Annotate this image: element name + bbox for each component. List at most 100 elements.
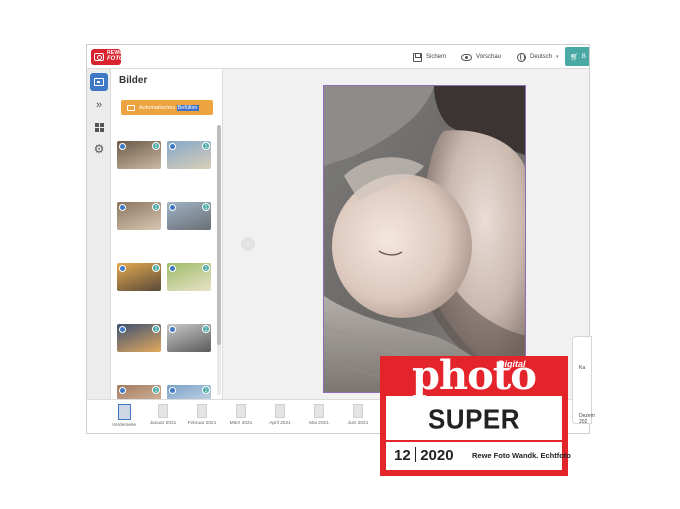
usage-count-badge: 1: [152, 325, 160, 333]
image-thumbnail[interactable]: 1: [167, 202, 211, 230]
preview-button[interactable]: Vorschau: [461, 51, 501, 63]
page-preview: [314, 404, 324, 418]
month-label: Juni 2021: [347, 421, 369, 426]
usage-count-badge: 1: [202, 203, 210, 211]
month-page-tab[interactable]: Januar 2021: [144, 404, 182, 433]
image-thumbnail[interactable]: 1: [167, 385, 211, 399]
remove-image-icon[interactable]: [119, 265, 126, 272]
award-brand: photo: [412, 352, 537, 399]
month-page-tab[interactable]: Mai 2021: [300, 404, 338, 433]
award-footer: 12 2020 Rewe Foto Wandk. Echtfoto: [386, 442, 571, 470]
image-thumbnail[interactable]: 1: [117, 385, 161, 399]
month-label: Mai 2021: [309, 421, 329, 426]
workspace: ‹: [223, 69, 589, 399]
cart-icon: 🛒︎: [570, 53, 579, 61]
remove-image-icon[interactable]: [169, 204, 176, 211]
side-card-year: 202: [579, 419, 588, 425]
month-label: April 2021: [269, 421, 291, 426]
tool-rail: » ⚙: [87, 69, 111, 399]
usage-count-badge: 1: [152, 142, 160, 150]
previous-page-button[interactable]: ‹: [241, 237, 255, 251]
auto-fill-label: Automatisches Befüllen: [139, 104, 199, 111]
page-preview: [197, 404, 207, 418]
side-info-card[interactable]: Ka Dezem 202: [572, 336, 595, 425]
language-label: Deutsch: [530, 54, 553, 60]
eye-icon: [461, 53, 472, 61]
month-label: Februar 2021: [187, 421, 217, 426]
usage-count-badge: 1: [152, 386, 160, 394]
cart-label: B: [581, 53, 586, 60]
gear-icon: ⚙: [93, 142, 105, 156]
award-product: Rewe Foto Wandk. Echtfoto: [472, 451, 571, 460]
remove-image-icon[interactable]: [169, 265, 176, 272]
settings-tool-button[interactable]: ⚙: [90, 140, 108, 158]
cover-photo: [324, 86, 525, 392]
double-chevron-right-icon: »: [95, 98, 103, 111]
image-thumbnail[interactable]: 1: [117, 263, 161, 291]
save-icon: [413, 52, 422, 62]
award-rating-box: SUPER: [386, 396, 562, 440]
top-bar: REWE FOTO Sichern Vorschau Deutsch ▾ 🛒︎ …: [87, 45, 589, 69]
calendar-page-cover[interactable]: [323, 85, 526, 393]
panel-scrollbar[interactable]: [217, 125, 221, 395]
side-card-text: Ka: [579, 365, 586, 371]
remove-image-icon[interactable]: [119, 204, 126, 211]
layout-tool-button[interactable]: [90, 118, 108, 136]
image-thumbnail[interactable]: 1: [117, 141, 161, 169]
award-brand-small: Digital: [498, 359, 526, 369]
usage-count-badge: 1: [152, 264, 160, 272]
page-preview: [236, 404, 246, 418]
month-page-tab[interactable]: Februar 2021: [183, 404, 221, 433]
logo-text-bottom: FOTO: [107, 56, 124, 62]
usage-count-badge: 1: [152, 203, 160, 211]
language-select[interactable]: Deutsch ▾: [517, 51, 559, 63]
auto-fill-button[interactable]: Automatisches Befüllen: [121, 100, 213, 115]
award-issue-date: 12 2020: [394, 447, 454, 464]
remove-image-icon[interactable]: [119, 326, 126, 333]
usage-count-badge: 1: [202, 386, 210, 394]
remove-image-icon[interactable]: [119, 143, 126, 150]
expand-panel-button[interactable]: »: [90, 96, 108, 114]
remove-image-icon[interactable]: [169, 143, 176, 150]
camera-icon: [94, 53, 104, 61]
image-thumbnail[interactable]: 1: [167, 263, 211, 291]
globe-icon: [517, 52, 526, 62]
panel-title: Bilder: [119, 75, 148, 86]
month-page-tab[interactable]: Vorderseite: [105, 404, 143, 433]
page-preview: [275, 404, 285, 418]
rewe-foto-logo[interactable]: REWE FOTO: [91, 49, 124, 65]
digital-photo-award-badge: photo Digital SUPER 12 2020 Rewe Foto Wan…: [380, 352, 571, 476]
month-page-tab[interactable]: Juni 2021: [339, 404, 377, 433]
usage-count-badge: 1: [202, 325, 210, 333]
usage-count-badge: 1: [202, 264, 210, 272]
month-page-tab[interactable]: März 2021: [222, 404, 260, 433]
save-label: Sichern: [426, 54, 447, 60]
cart-button[interactable]: 🛒︎ B: [565, 47, 589, 66]
page-preview: [353, 404, 363, 418]
page-preview: [158, 404, 168, 418]
month-label: März 2021: [229, 421, 253, 426]
save-button[interactable]: Sichern: [413, 51, 446, 63]
month-label: Januar 2021: [149, 421, 177, 426]
image-thumbnail[interactable]: 1: [117, 202, 161, 230]
images-tool-button[interactable]: [90, 73, 108, 91]
images-icon: [94, 78, 104, 86]
scrollbar-thumb[interactable]: [217, 125, 221, 345]
image-thumbnail[interactable]: 1: [167, 141, 211, 169]
auto-fill-icon: [127, 104, 135, 111]
month-page-tab[interactable]: April 2021: [261, 404, 299, 433]
image-thumbnail[interactable]: 1: [117, 324, 161, 352]
page-preview: [117, 404, 131, 420]
images-panel: Bilder Automatisches Befüllen 1 1 1 1 1 1 1 1 1 1: [111, 69, 223, 399]
remove-image-icon[interactable]: [169, 326, 176, 333]
chevron-down-icon: ▾: [556, 54, 559, 60]
month-label: Vorderseite: [111, 423, 137, 428]
layout-grid-icon: [94, 122, 104, 132]
remove-image-icon[interactable]: [169, 387, 176, 394]
image-thumbnail[interactable]: 1: [167, 324, 211, 352]
remove-image-icon[interactable]: [119, 387, 126, 394]
preview-label: Vorschau: [476, 54, 502, 60]
usage-count-badge: 1: [202, 142, 210, 150]
chevron-left-icon: ‹: [246, 239, 250, 249]
award-rating: SUPER: [427, 403, 521, 435]
